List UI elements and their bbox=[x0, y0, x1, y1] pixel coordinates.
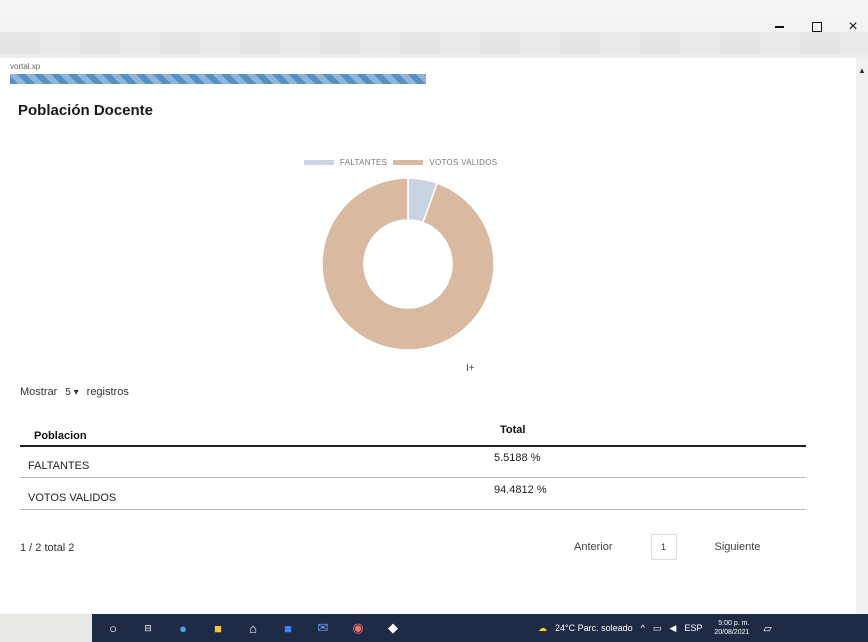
chart-legend: FALTANTES VOTOS VALIDOS bbox=[304, 158, 497, 167]
row-divider bbox=[20, 477, 806, 478]
clock-time: 5:00 p. m. bbox=[718, 620, 750, 627]
row-divider bbox=[20, 509, 806, 510]
clock[interactable]: 5:00 p. m. 20/08/2021 bbox=[714, 619, 749, 637]
system-tray: ☁ 24°C Parc. soleado ^ ▭ ◀ ESP 5:00 p. m… bbox=[538, 614, 772, 642]
cell-poblacion: VOTOS VALIDOS bbox=[28, 492, 117, 504]
file-explorer-icon[interactable]: ■ bbox=[209, 619, 227, 637]
show-suffix-label: registros bbox=[86, 386, 129, 398]
donut-slice-votos-validos[interactable] bbox=[321, 177, 495, 351]
header-divider bbox=[20, 445, 806, 447]
chevron-up-icon[interactable]: ^ bbox=[641, 623, 645, 633]
show-prefix-label: Mostrar bbox=[20, 386, 58, 398]
next-page-link[interactable]: Siguiente bbox=[715, 541, 761, 553]
clock-date: 20/08/2021 bbox=[714, 629, 750, 636]
vertical-scrollbar[interactable]: ▲ bbox=[856, 58, 868, 614]
portal-label: vortal.xp bbox=[10, 62, 41, 71]
table-row: FALTANTES 5.5188 % bbox=[20, 450, 806, 478]
app2-icon[interactable]: ◆ bbox=[384, 619, 402, 637]
chrome-icon[interactable]: ◉ bbox=[349, 619, 367, 637]
app-icon[interactable]: ■ bbox=[279, 619, 297, 637]
page-content: vortal.xp Población Docente FALTANTES VO… bbox=[0, 58, 856, 614]
cell-total: 94.4812 % bbox=[494, 484, 547, 496]
sort-icon[interactable]: I+ bbox=[466, 363, 475, 374]
pagination: Anterior 1 Siguiente bbox=[574, 534, 760, 560]
column-header-poblacion[interactable]: Poblacion bbox=[34, 430, 87, 442]
window-titlebar: × bbox=[0, 0, 868, 58]
page-number-button[interactable]: 1 bbox=[650, 534, 677, 560]
previous-page-link[interactable]: Anterior bbox=[574, 541, 613, 553]
minimize-icon bbox=[774, 26, 784, 28]
minimize-button[interactable] bbox=[768, 16, 790, 38]
address-bar-blur bbox=[0, 32, 868, 54]
close-button[interactable]: × bbox=[842, 16, 864, 38]
weather-icon[interactable]: ☁ bbox=[538, 623, 547, 634]
edge-icon[interactable]: ● bbox=[174, 619, 192, 637]
store-icon[interactable]: ⌂ bbox=[244, 619, 262, 637]
taskbar: ○ ⊟ ● ■ ⌂ ■ ✉ ◉ ◆ ☁ 24°C Parc. soleado ^… bbox=[92, 614, 868, 642]
legend-swatch-faltantes[interactable] bbox=[304, 160, 334, 165]
legend-label-faltantes: FALTANTES bbox=[340, 158, 388, 167]
cell-total: 5.5188 % bbox=[494, 452, 541, 464]
page-size-control: Mostrar 5 ▾ registros bbox=[20, 386, 129, 398]
maximize-button[interactable] bbox=[806, 16, 828, 38]
loading-progress-fill bbox=[10, 74, 426, 84]
page-size-select[interactable]: 5 ▾ bbox=[65, 387, 78, 398]
legend-label-votos-validos: VOTOS VALIDOS bbox=[429, 158, 498, 167]
cell-poblacion: FALTANTES bbox=[28, 460, 90, 472]
scroll-up-icon[interactable]: ▲ bbox=[858, 66, 866, 75]
close-icon: × bbox=[848, 18, 858, 35]
loading-progress-bar bbox=[10, 74, 426, 84]
task-view-icon[interactable]: ⊟ bbox=[139, 619, 157, 637]
donut-chart bbox=[321, 177, 495, 351]
start-icon[interactable]: ○ bbox=[104, 619, 122, 637]
volume-icon[interactable]: ◀ bbox=[669, 623, 676, 634]
table-row: VOTOS VALIDOS 94.4812 % bbox=[20, 482, 806, 510]
language-indicator[interactable]: ESP bbox=[684, 623, 702, 633]
legend-swatch-votos-validos[interactable] bbox=[393, 160, 424, 165]
column-header-total[interactable]: Total bbox=[500, 424, 525, 436]
pagination-info: 1 / 2 total 2 bbox=[20, 542, 75, 554]
page-title: Población Docente bbox=[18, 102, 154, 119]
mail-icon[interactable]: ✉ bbox=[314, 619, 332, 637]
maximize-icon bbox=[812, 22, 822, 32]
desk-area bbox=[0, 614, 92, 642]
weather-text[interactable]: 24°C Parc. soleado bbox=[555, 623, 633, 633]
notification-icon[interactable]: ▱ bbox=[763, 622, 771, 635]
network-icon[interactable]: ▭ bbox=[653, 623, 662, 634]
